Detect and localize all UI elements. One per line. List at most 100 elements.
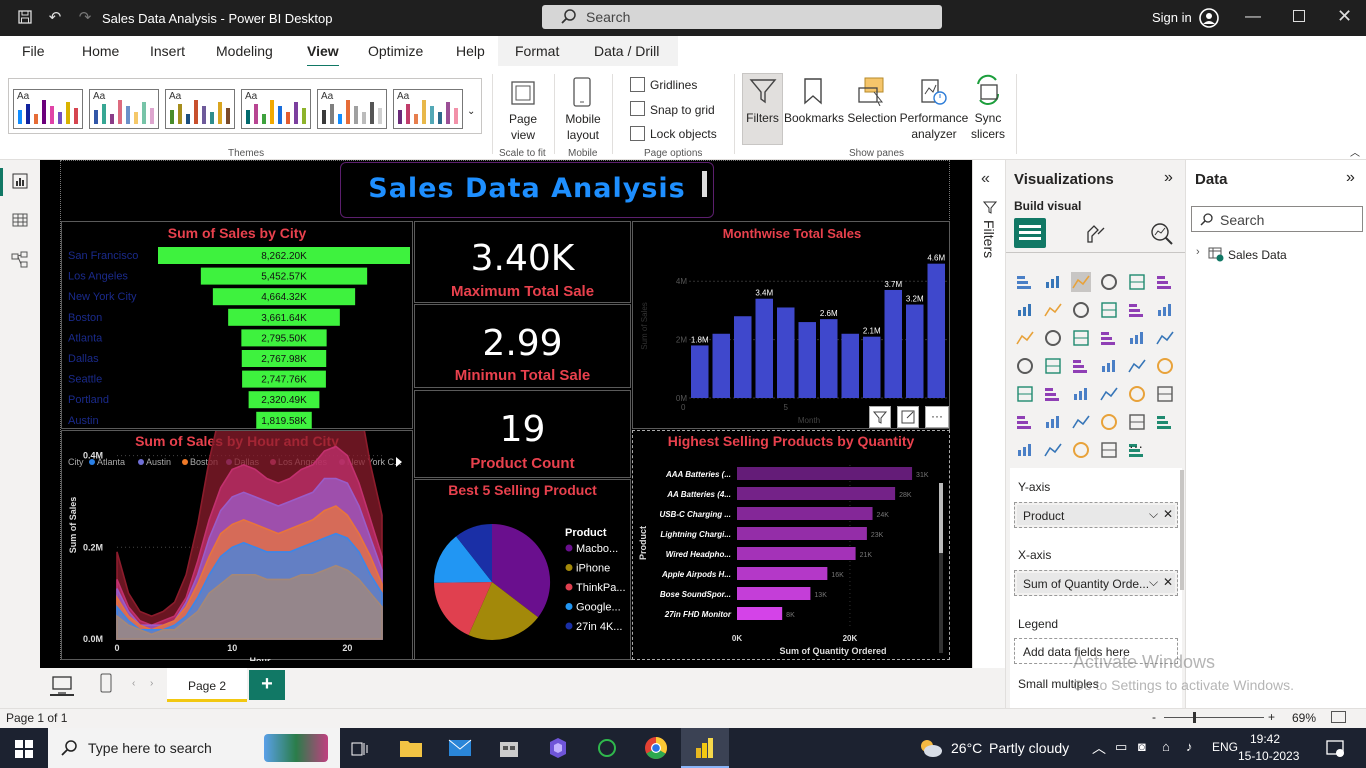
- visual-type-icon[interactable]: [1071, 272, 1091, 292]
- focus-mode-icon[interactable]: [897, 406, 919, 428]
- collapse-ribbon-icon[interactable]: ︿: [1350, 144, 1360, 159]
- file-explorer-icon[interactable]: [399, 737, 423, 759]
- visual-type-icon[interactable]: [1043, 412, 1063, 432]
- clock-time[interactable]: 19:42: [1250, 732, 1280, 746]
- visual-type-icon[interactable]: [1015, 272, 1035, 292]
- report-title-box[interactable]: Sales Data Analysis: [340, 162, 714, 218]
- task-view-icon[interactable]: [351, 740, 369, 758]
- visual-type-icon[interactable]: [1155, 300, 1175, 320]
- product-bar[interactable]: [737, 487, 896, 500]
- more-visuals-icon[interactable]: ···: [1129, 438, 1143, 454]
- visual-type-icon[interactable]: [1043, 328, 1063, 348]
- month-bar[interactable]: [712, 333, 731, 398]
- visual-type-icon[interactable]: [1127, 412, 1147, 432]
- month-bar[interactable]: [820, 319, 838, 398]
- visual-type-icon[interactable]: [1127, 272, 1147, 292]
- fit-to-page-icon[interactable]: [1331, 711, 1346, 723]
- product-bar[interactable]: [737, 507, 873, 520]
- zoom-slider-thumb[interactable]: [1193, 712, 1196, 723]
- visual-filter-icon[interactable]: [869, 406, 891, 428]
- theme-option[interactable]: Aa: [13, 89, 83, 129]
- next-page-icon[interactable]: ›: [150, 678, 153, 689]
- data-search-input[interactable]: Search: [1191, 206, 1363, 232]
- visual-type-icon[interactable]: [1071, 384, 1091, 404]
- visual-type-icon[interactable]: [1127, 356, 1147, 376]
- visual-type-icon[interactable]: [1155, 356, 1175, 376]
- visual-type-icon[interactable]: [1155, 384, 1175, 404]
- visual-type-icon[interactable]: [1071, 412, 1091, 432]
- network-icon[interactable]: ⌂: [1162, 739, 1170, 754]
- visual-type-icon[interactable]: [1099, 272, 1119, 292]
- visual-type-icon[interactable]: [1043, 384, 1063, 404]
- selection-button[interactable]: Selection: [846, 110, 898, 126]
- sign-in-link[interactable]: Sign in: [1152, 10, 1192, 25]
- month-bar[interactable]: [927, 263, 946, 398]
- visual-type-icon[interactable]: [1155, 272, 1175, 292]
- close-icon[interactable]: ✕: [1337, 6, 1352, 27]
- pie-legend-entry[interactable]: ThinkPa...: [576, 582, 626, 594]
- chevron-down-icon[interactable]: ⌵: [1149, 575, 1158, 590]
- max-sale-card[interactable]: 3.40K Maximum Total Sale: [414, 221, 631, 303]
- menu-insert[interactable]: Insert: [150, 43, 185, 59]
- mobile-layout-button[interactable]: Mobile layout: [560, 111, 606, 143]
- camera-icon[interactable]: ◙: [1138, 739, 1146, 754]
- more-options-icon[interactable]: ···: [925, 406, 949, 428]
- sales-data-table[interactable]: Sales Data: [1228, 248, 1287, 262]
- visual-type-icon[interactable]: [1015, 412, 1035, 432]
- copilot-icon[interactable]: [546, 736, 570, 760]
- show-hidden-icons[interactable]: ︿: [1092, 738, 1106, 758]
- visual-type-icon[interactable]: [1071, 300, 1091, 320]
- snap-to-grid-checkbox[interactable]: [630, 101, 645, 116]
- visual-type-icon[interactable]: [1015, 356, 1035, 376]
- visual-type-icon[interactable]: [1043, 440, 1063, 460]
- month-bar[interactable]: [841, 333, 860, 398]
- visual-type-icon[interactable]: [1043, 300, 1063, 320]
- visual-type-icon[interactable]: [1015, 384, 1035, 404]
- y-axis-field-pill[interactable]: Product ⌵ ✕: [1017, 505, 1175, 525]
- collapse-data-icon[interactable]: »: [1346, 169, 1355, 187]
- y-axis-well[interactable]: Product ⌵ ✕: [1014, 502, 1178, 528]
- theme-option[interactable]: Aa: [317, 89, 387, 129]
- themes-expand-icon[interactable]: ⌄: [467, 106, 475, 117]
- theme-option[interactable]: Aa: [89, 89, 159, 129]
- visual-type-icon[interactable]: [1015, 440, 1035, 460]
- sync-slicers-button[interactable]: Sync slicers: [966, 110, 1010, 142]
- menu-home[interactable]: Home: [82, 43, 119, 59]
- volume-icon[interactable]: ♪: [1186, 739, 1193, 754]
- chevron-down-icon[interactable]: ⌵: [1149, 507, 1158, 522]
- viz-pane-scrollbar[interactable]: [1180, 470, 1184, 590]
- product-bar[interactable]: [737, 607, 783, 620]
- remove-field-icon[interactable]: ✕: [1163, 575, 1173, 589]
- visual-type-icon[interactable]: [1015, 328, 1035, 348]
- product-bar[interactable]: [737, 467, 913, 480]
- taskbar-search-box[interactable]: Type here to search: [48, 728, 340, 768]
- mobile-layout-icon[interactable]: [99, 673, 113, 693]
- theme-option[interactable]: Aa: [393, 89, 463, 129]
- visual-type-icon[interactable]: [1071, 328, 1091, 348]
- save-icon[interactable]: [16, 9, 34, 27]
- pie-legend-entry[interactable]: Macbo...: [576, 543, 618, 555]
- clock-date[interactable]: 15-10-2023: [1238, 749, 1299, 763]
- xbox-icon[interactable]: [595, 736, 619, 760]
- weather-icon[interactable]: [917, 737, 943, 759]
- zoom-slider[interactable]: [1164, 717, 1264, 718]
- add-page-button[interactable]: +: [249, 670, 285, 700]
- product-bar[interactable]: [737, 527, 867, 540]
- remove-field-icon[interactable]: ✕: [1163, 507, 1173, 521]
- products-quantity-visual[interactable]: Highest Selling Products by Quantity AAA…: [632, 430, 950, 660]
- mail-icon[interactable]: [448, 737, 472, 759]
- notifications-icon[interactable]: [1325, 738, 1345, 758]
- account-icon[interactable]: [1198, 7, 1220, 29]
- product-count-card[interactable]: 19 Product Count: [414, 390, 631, 478]
- title-search-box[interactable]: Search: [542, 5, 942, 29]
- month-bar[interactable]: [734, 316, 752, 398]
- visual-type-icon[interactable]: [1099, 300, 1119, 320]
- zoom-in-icon[interactable]: +: [1268, 710, 1275, 724]
- month-bar[interactable]: [691, 345, 709, 398]
- theme-option[interactable]: Aa: [165, 89, 235, 129]
- menu-view[interactable]: View: [307, 43, 339, 68]
- menu-file[interactable]: File: [22, 43, 45, 59]
- table-view-icon[interactable]: [11, 211, 29, 229]
- minimize-icon[interactable]: —: [1245, 8, 1261, 26]
- expand-table-icon[interactable]: ›: [1196, 246, 1200, 258]
